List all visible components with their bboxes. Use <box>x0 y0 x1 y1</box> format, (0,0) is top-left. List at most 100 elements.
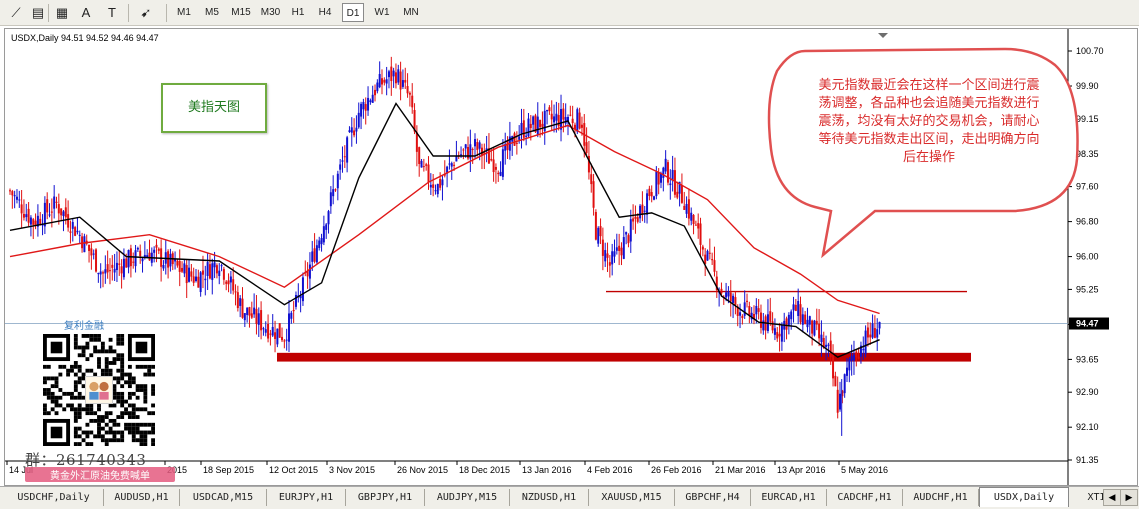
timeframe-m5-button[interactable]: M5 <box>200 3 224 22</box>
candle-body <box>571 118 574 124</box>
candle-body <box>22 213 25 218</box>
candle-body <box>122 258 125 278</box>
candle-body <box>862 349 865 351</box>
candle-body <box>708 252 711 254</box>
candle-body <box>811 320 814 334</box>
chart-tab[interactable]: AUDJPY,M15 <box>425 489 510 506</box>
candle-body <box>83 236 86 253</box>
fibonacci-icon[interactable]: ▦ <box>52 3 72 22</box>
candle-body <box>711 259 714 261</box>
tab-scroll-left-icon[interactable]: ◀ <box>1103 489 1121 506</box>
chart-tab[interactable]: USDCHF,Daily <box>4 489 104 506</box>
candle-body <box>339 164 342 170</box>
chart-tab[interactable]: NZDUSD,H1 <box>510 489 589 506</box>
candle-body <box>374 89 377 96</box>
candle-body <box>432 184 435 188</box>
candle-body <box>518 136 521 140</box>
candle-body <box>346 137 349 163</box>
candle-body <box>71 222 74 229</box>
timeframe-m15-button[interactable]: M15 <box>228 3 254 22</box>
chart-tab[interactable]: USDCAD,M15 <box>180 489 267 506</box>
bubble-line: 等待美元指数走出区间，走出明确方向 <box>818 132 1040 147</box>
candle-body <box>585 142 588 153</box>
candle-body <box>148 252 151 261</box>
candle-body <box>622 237 625 259</box>
candle-body <box>420 160 423 168</box>
chart-tab[interactable]: AUDUSD,H1 <box>104 489 180 506</box>
timeframe-h1-button[interactable]: H1 <box>287 3 309 22</box>
candle-body <box>13 195 16 197</box>
chart-tab[interactable]: GBPCHF,H4 <box>675 489 751 506</box>
candle-body <box>685 203 688 214</box>
chart-properties-icon[interactable]: ▤ <box>28 3 48 22</box>
timeframe-h4-button[interactable]: H4 <box>313 3 337 22</box>
chart-tab[interactable]: GBPJPY,H1 <box>346 489 425 506</box>
line-studies-icon[interactable]: ⟋ <box>6 3 26 22</box>
candle-body <box>580 124 583 128</box>
tab-scroll-right-icon[interactable]: ▶ <box>1120 489 1138 506</box>
candle-body <box>118 263 121 265</box>
toolbar-separator <box>48 4 49 22</box>
timeframe-w1-button[interactable]: W1 <box>370 3 394 22</box>
candle-body <box>743 302 746 316</box>
candle-body <box>453 164 456 166</box>
candle-body <box>269 333 272 335</box>
candle-body <box>448 163 451 165</box>
candle-body <box>290 312 293 319</box>
candle-body <box>60 208 63 216</box>
timeframe-mn-button[interactable]: MN <box>398 3 424 22</box>
candle-body <box>467 147 470 159</box>
candle-body <box>362 101 365 110</box>
chart-tab[interactable]: EURJPY,H1 <box>267 489 346 506</box>
candle-body <box>390 66 393 82</box>
candle-body <box>848 359 851 371</box>
candle-body <box>255 308 258 324</box>
candle-body <box>246 307 249 316</box>
candle-body <box>666 162 669 183</box>
candle-body <box>292 309 295 312</box>
timeframe-m1-button[interactable]: M1 <box>172 3 196 22</box>
candle-body <box>739 312 742 316</box>
chart-tab[interactable]: AUDCHF,H1 <box>903 489 979 506</box>
candle-body <box>125 258 128 268</box>
text-label-icon[interactable]: T <box>102 3 122 22</box>
timeframe-d1-button[interactable]: D1 <box>342 3 364 22</box>
candle-body <box>236 292 239 309</box>
candle-body <box>243 313 246 321</box>
timeframe-m30-button[interactable]: M30 <box>257 3 284 22</box>
qr-title: 复利金融 <box>64 321 104 332</box>
candle-body <box>134 250 137 267</box>
text-tool-icon[interactable]: A <box>76 3 96 22</box>
candle-body <box>378 74 381 88</box>
candle-body <box>866 327 869 338</box>
chart-tab[interactable]: CADCHF,H1 <box>827 489 903 506</box>
candle-body <box>192 276 195 283</box>
candle-body <box>850 355 853 361</box>
toolbar-separator <box>128 4 129 22</box>
chart-tab[interactable]: EURCAD,H1 <box>751 489 827 506</box>
candle-body <box>46 199 49 213</box>
candle-body <box>204 278 207 281</box>
arrow-tool-icon[interactable]: ➹ <box>136 3 156 22</box>
chart-tab[interactable]: XAUUSD,M15 <box>589 489 675 506</box>
candle-body <box>627 235 630 244</box>
candle-body <box>343 156 346 158</box>
candle-body <box>127 250 130 268</box>
candle-body <box>546 110 549 112</box>
chart-tab[interactable]: USDX,Daily <box>979 487 1069 507</box>
candle-body <box>369 100 372 103</box>
x-tick-label: 12 Oct 2015 <box>269 465 318 475</box>
candle-body <box>797 301 800 316</box>
y-tick-label: 100.70 <box>1076 46 1104 56</box>
candle-body <box>404 79 407 83</box>
chart-toolbar: ⟋ ▤ ▦ A T ➹ M1 M5 M15 M30 H1 H4 D1 W1 MN <box>0 0 1139 26</box>
candle-body <box>634 216 637 219</box>
candle-body <box>462 149 465 151</box>
candle-body <box>478 142 481 149</box>
candle-body <box>808 316 811 325</box>
candle-body <box>113 268 116 273</box>
candle-body <box>615 247 618 251</box>
candle-body <box>450 163 453 167</box>
chart-window[interactable]: 100.70 99.90 99.15 98.35 97.60 96.80 96.00 95.2… <box>4 28 1138 486</box>
candle-body <box>755 305 758 315</box>
